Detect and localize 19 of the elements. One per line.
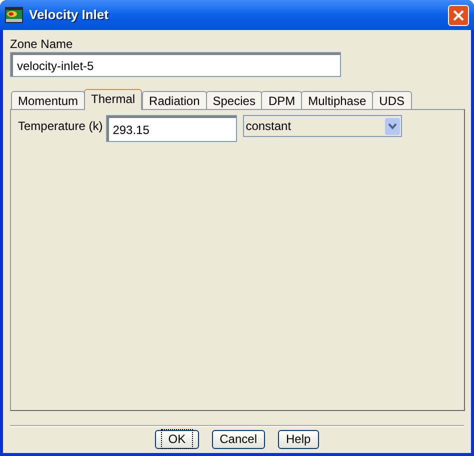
tab[interactable]: Momentum — [11, 91, 86, 109]
dialog-button[interactable]: OK — [155, 430, 199, 448]
app-icon — [5, 7, 23, 23]
zone-name-label: Zone Name — [10, 37, 74, 51]
close-icon — [453, 10, 464, 20]
tab[interactable]: Species — [206, 91, 262, 109]
tab[interactable]: Thermal — [84, 89, 142, 110]
method-dropdown[interactable]: constant — [242, 115, 402, 137]
tab[interactable]: Multiphase — [301, 91, 374, 109]
dialog-button[interactable]: Cancel — [212, 430, 265, 448]
zone-name-field[interactable]: velocity-inlet-5 — [10, 52, 341, 77]
temperature-label: Temperature (k) — [18, 118, 103, 135]
window-title: Velocity Inlet — [29, 6, 110, 24]
dialog-button[interactable]: Help — [278, 430, 319, 448]
tab[interactable]: DPM — [261, 91, 302, 109]
temperature-field[interactable]: 293.15 — [106, 115, 237, 142]
tab[interactable]: Radiation — [142, 91, 207, 109]
close-button[interactable] — [448, 4, 469, 26]
tab[interactable]: UDS — [372, 91, 412, 109]
